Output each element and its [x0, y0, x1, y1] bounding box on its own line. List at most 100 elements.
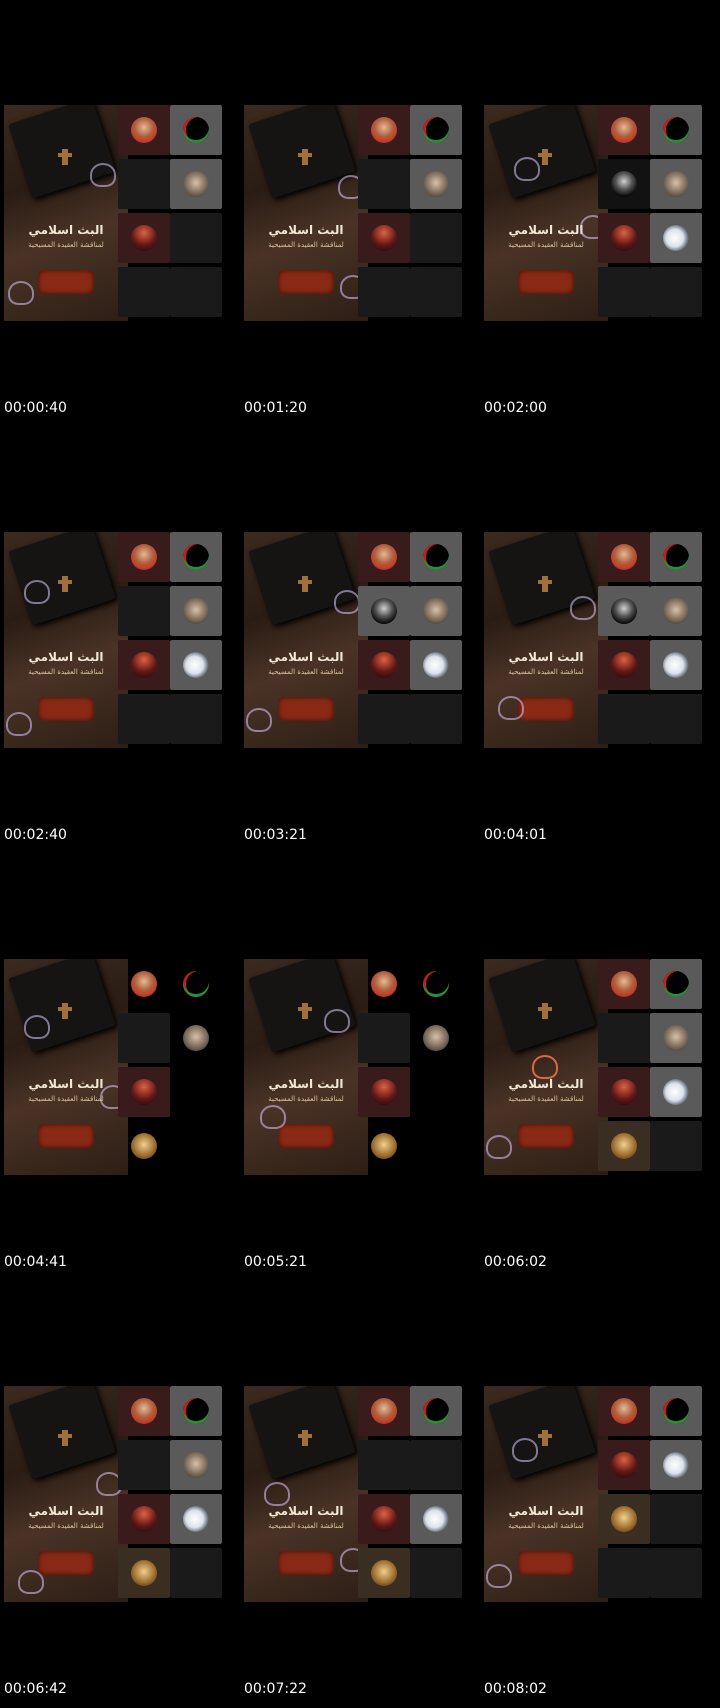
speaker-slot[interactable]: [650, 267, 702, 317]
speaker-slot[interactable]: [650, 1121, 702, 1171]
speaker-slot[interactable]: [358, 1121, 410, 1171]
speaker-slot[interactable]: [118, 532, 170, 582]
thumbnail-frame[interactable]: البث اسلامي لمناقشة العقيدة المسيحية 00:…: [240, 0, 480, 427]
speaker-slot[interactable]: [358, 586, 410, 636]
speaker-slot[interactable]: [358, 105, 410, 155]
speaker-slot[interactable]: [650, 1067, 702, 1117]
speaker-slot[interactable]: [170, 267, 222, 317]
speaker-slot[interactable]: [170, 1386, 222, 1436]
thumbnail-frame[interactable]: البث اسلامي لمناقشة العقيدة المسيحية 00:…: [0, 0, 240, 427]
speaker-slot[interactable]: [650, 105, 702, 155]
speaker-slot[interactable]: [170, 959, 222, 1009]
speaker-slot[interactable]: [650, 159, 702, 209]
video-thumbnail[interactable]: البث اسلامي لمناقشة العقيدة المسيحية: [484, 532, 716, 748]
video-thumbnail[interactable]: البث اسلامي لمناقشة العقيدة المسيحية: [484, 959, 716, 1175]
speaker-slot[interactable]: [410, 159, 462, 209]
video-thumbnail[interactable]: البث اسلامي لمناقشة العقيدة المسيحية: [244, 532, 476, 748]
thumbnail-frame[interactable]: البث اسلامي لمناقشة العقيدة المسيحية 00:…: [480, 1281, 720, 1708]
speaker-slot[interactable]: [170, 105, 222, 155]
speaker-slot[interactable]: [170, 1067, 222, 1117]
video-thumbnail[interactable]: البث اسلامي لمناقشة العقيدة المسيحية: [484, 1386, 716, 1602]
speaker-slot[interactable]: [650, 1494, 702, 1544]
speaker-slot[interactable]: [598, 694, 650, 744]
video-thumbnail[interactable]: البث اسلامي لمناقشة العقيدة المسيحية: [244, 1386, 476, 1602]
speaker-slot[interactable]: [118, 1121, 170, 1171]
speaker-slot[interactable]: [650, 1440, 702, 1490]
speaker-slot[interactable]: [410, 213, 462, 263]
speaker-slot[interactable]: [410, 1067, 462, 1117]
speaker-slot[interactable]: [118, 105, 170, 155]
speaker-slot[interactable]: [170, 1494, 222, 1544]
speaker-slot[interactable]: [118, 1548, 170, 1598]
speaker-slot[interactable]: [170, 1121, 222, 1171]
speaker-slot[interactable]: [598, 1121, 650, 1171]
speaker-slot[interactable]: [650, 586, 702, 636]
speaker-slot[interactable]: [358, 959, 410, 1009]
speaker-slot[interactable]: [650, 213, 702, 263]
speaker-slot[interactable]: [598, 959, 650, 1009]
speaker-slot[interactable]: [358, 267, 410, 317]
speaker-slot[interactable]: [118, 159, 170, 209]
speaker-slot[interactable]: [118, 267, 170, 317]
speaker-slot[interactable]: [410, 105, 462, 155]
speaker-slot[interactable]: [358, 640, 410, 690]
speaker-slot[interactable]: [118, 694, 170, 744]
video-thumbnail[interactable]: البث اسلامي لمناقشة العقيدة المسيحية: [4, 532, 236, 748]
speaker-slot[interactable]: [598, 640, 650, 690]
speaker-slot[interactable]: [650, 694, 702, 744]
thumbnail-frame[interactable]: البث اسلامي لمناقشة العقيدة المسيحية 00:…: [240, 427, 480, 854]
speaker-slot[interactable]: [410, 1013, 462, 1063]
speaker-slot[interactable]: [358, 1440, 410, 1490]
speaker-slot[interactable]: [358, 1067, 410, 1117]
speaker-slot[interactable]: [118, 1013, 170, 1063]
speaker-slot[interactable]: [650, 1386, 702, 1436]
speaker-slot[interactable]: [410, 1386, 462, 1436]
speaker-slot[interactable]: [358, 1386, 410, 1436]
speaker-slot[interactable]: [358, 159, 410, 209]
thumbnail-frame[interactable]: البث اسلامي لمناقشة العقيدة المسيحية 00:…: [480, 427, 720, 854]
speaker-slot[interactable]: [118, 1386, 170, 1436]
speaker-slot[interactable]: [410, 532, 462, 582]
speaker-slot[interactable]: [410, 267, 462, 317]
video-thumbnail[interactable]: البث اسلامي لمناقشة العقيدة المسيحية: [244, 105, 476, 321]
speaker-slot[interactable]: [598, 1494, 650, 1544]
speaker-slot[interactable]: [170, 694, 222, 744]
speaker-slot[interactable]: [410, 640, 462, 690]
speaker-slot[interactable]: [118, 213, 170, 263]
speaker-slot[interactable]: [410, 1548, 462, 1598]
speaker-slot[interactable]: [118, 1067, 170, 1117]
speaker-slot[interactable]: [170, 159, 222, 209]
speaker-slot[interactable]: [598, 1067, 650, 1117]
thumbnail-frame[interactable]: البث اسلامي لمناقشة العقيدة المسيحية 00:…: [480, 0, 720, 427]
speaker-slot[interactable]: [650, 959, 702, 1009]
speaker-slot[interactable]: [410, 1494, 462, 1544]
video-thumbnail[interactable]: البث اسلامي لمناقشة العقيدة المسيحية: [4, 1386, 236, 1602]
speaker-slot[interactable]: [650, 1013, 702, 1063]
speaker-slot[interactable]: [118, 1440, 170, 1490]
speaker-slot[interactable]: [118, 1494, 170, 1544]
speaker-slot[interactable]: [410, 586, 462, 636]
speaker-slot[interactable]: [598, 1440, 650, 1490]
speaker-slot[interactable]: [598, 267, 650, 317]
speaker-slot[interactable]: [650, 532, 702, 582]
speaker-slot[interactable]: [170, 586, 222, 636]
speaker-slot[interactable]: [598, 586, 650, 636]
thumbnail-frame[interactable]: البث اسلامي لمناقشة العقيدة المسيحية 00:…: [480, 854, 720, 1281]
thumbnail-frame[interactable]: البث اسلامي لمناقشة العقيدة المسيحية 00:…: [240, 854, 480, 1281]
speaker-slot[interactable]: [598, 1013, 650, 1063]
speaker-slot[interactable]: [598, 532, 650, 582]
speaker-slot[interactable]: [170, 532, 222, 582]
speaker-slot[interactable]: [358, 1548, 410, 1598]
speaker-slot[interactable]: [410, 694, 462, 744]
speaker-slot[interactable]: [358, 694, 410, 744]
speaker-slot[interactable]: [598, 1386, 650, 1436]
video-thumbnail[interactable]: البث اسلامي لمناقشة العقيدة المسيحية: [4, 105, 236, 321]
video-thumbnail[interactable]: البث اسلامي لمناقشة العقيدة المسيحية: [244, 959, 476, 1175]
thumbnail-frame[interactable]: البث اسلامي لمناقشة العقيدة المسيحية 00:…: [240, 1281, 480, 1708]
speaker-slot[interactable]: [598, 1548, 650, 1598]
speaker-slot[interactable]: [358, 532, 410, 582]
thumbnail-frame[interactable]: البث اسلامي لمناقشة العقيدة المسيحية 00:…: [0, 854, 240, 1281]
speaker-slot[interactable]: [170, 1440, 222, 1490]
speaker-slot[interactable]: [650, 640, 702, 690]
speaker-slot[interactable]: [410, 959, 462, 1009]
